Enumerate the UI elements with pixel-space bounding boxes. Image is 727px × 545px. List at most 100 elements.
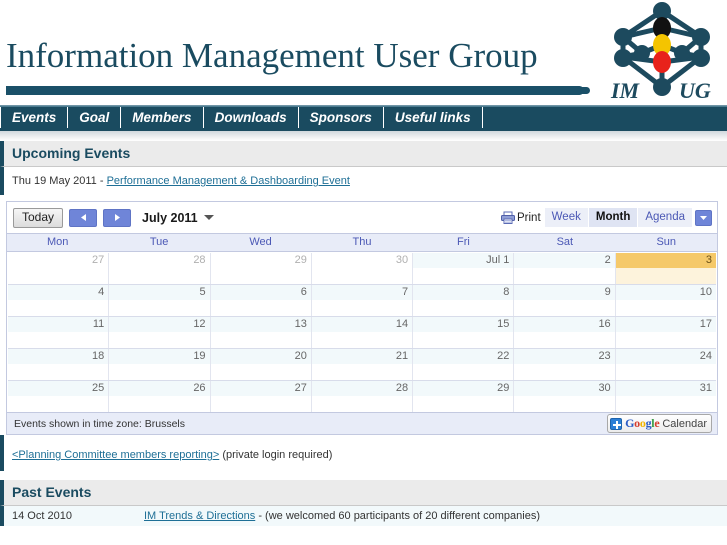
today-button[interactable]: Today bbox=[13, 208, 63, 228]
calendar-day-number: 14 bbox=[312, 317, 412, 332]
calendar-day-number: 26 bbox=[109, 381, 209, 396]
calendar-day-events[interactable] bbox=[211, 300, 311, 315]
add-to-google-calendar-button[interactable]: Google Calendar bbox=[607, 414, 712, 433]
prev-period-button[interactable] bbox=[69, 209, 97, 227]
calendar-day-cell[interactable]: 25 bbox=[8, 381, 108, 412]
calendar-day-cell[interactable]: 19 bbox=[108, 349, 209, 380]
nav-item-members[interactable]: Members bbox=[121, 106, 203, 128]
calendar-day-events[interactable] bbox=[8, 332, 108, 347]
calendar-day-events[interactable] bbox=[211, 396, 311, 411]
calendar-day-cell[interactable]: 18 bbox=[8, 349, 108, 380]
print-button[interactable]: Print bbox=[498, 209, 544, 226]
planning-committee-link[interactable]: <Planning Committee members reporting> bbox=[12, 449, 219, 461]
calendar-day-cell[interactable]: 30 bbox=[311, 253, 412, 284]
calendar-day-cell[interactable]: 21 bbox=[311, 349, 412, 380]
calendar-day-events[interactable] bbox=[312, 300, 412, 315]
calendar-month-grid: 27282930Jul 1234567891011121314151617181… bbox=[7, 252, 717, 412]
calendar-day-cell[interactable]: 11 bbox=[8, 317, 108, 348]
calendar-day-cell[interactable]: 22 bbox=[412, 349, 513, 380]
calendar-day-cell[interactable]: 6 bbox=[210, 285, 311, 316]
calendar-day-cell[interactable]: 29 bbox=[412, 381, 513, 412]
calendar-day-events[interactable] bbox=[413, 332, 513, 347]
calendar-day-number: Jul 1 bbox=[413, 253, 513, 268]
calendar-day-events[interactable] bbox=[8, 268, 108, 283]
calendar-day-events[interactable] bbox=[514, 364, 614, 379]
calendar-day-events[interactable] bbox=[312, 332, 412, 347]
calendar-day-cell[interactable]: Jul 1 bbox=[412, 253, 513, 284]
calendar-day-events[interactable] bbox=[514, 268, 614, 283]
calendar-day-events[interactable] bbox=[8, 364, 108, 379]
printer-icon bbox=[501, 211, 515, 224]
calendar-day-cell[interactable]: 7 bbox=[311, 285, 412, 316]
calendar-day-cell[interactable]: 15 bbox=[412, 317, 513, 348]
planning-committee-note-body: <Planning Committee members reporting> (… bbox=[0, 435, 727, 471]
calendar-day-events[interactable] bbox=[616, 364, 716, 379]
calendar-day-events[interactable] bbox=[312, 268, 412, 283]
calendar-day-cell[interactable]: 14 bbox=[311, 317, 412, 348]
calendar-day-number: 6 bbox=[211, 285, 311, 300]
calendar-day-events[interactable] bbox=[616, 268, 716, 283]
nav-item-goal[interactable]: Goal bbox=[68, 106, 121, 128]
calendar-day-cell-today[interactable]: 3 bbox=[615, 253, 716, 284]
calendar-day-cell[interactable]: 20 bbox=[210, 349, 311, 380]
calendar-day-cell[interactable]: 28 bbox=[311, 381, 412, 412]
view-button-month[interactable]: Month bbox=[589, 208, 637, 227]
view-options-dropdown-button[interactable] bbox=[695, 210, 712, 226]
calendar-day-events[interactable] bbox=[413, 396, 513, 411]
event-link[interactable]: Performance Management & Dashboarding Ev… bbox=[107, 175, 350, 187]
calendar-day-events[interactable] bbox=[109, 396, 209, 411]
nav-item-sponsors[interactable]: Sponsors bbox=[299, 106, 384, 128]
calendar-day-cell[interactable]: 23 bbox=[513, 349, 614, 380]
calendar-day-cell[interactable]: 13 bbox=[210, 317, 311, 348]
calendar-day-cell[interactable]: 9 bbox=[513, 285, 614, 316]
calendar-day-events[interactable] bbox=[8, 396, 108, 411]
calendar-day-events[interactable] bbox=[616, 300, 716, 315]
calendar-day-cell[interactable]: 29 bbox=[210, 253, 311, 284]
calendar-day-cell[interactable]: 17 bbox=[615, 317, 716, 348]
calendar-day-cell[interactable]: 5 bbox=[108, 285, 209, 316]
calendar-day-cell[interactable]: 12 bbox=[108, 317, 209, 348]
calendar-day-events[interactable] bbox=[109, 268, 209, 283]
past-event-link[interactable]: IM Trends & Directions bbox=[144, 510, 255, 522]
calendar-day-events[interactable] bbox=[109, 332, 209, 347]
nav-item-useful-links[interactable]: Useful links bbox=[384, 106, 483, 128]
calendar-day-events[interactable] bbox=[211, 332, 311, 347]
calendar-day-events[interactable] bbox=[211, 268, 311, 283]
calendar-day-events[interactable] bbox=[312, 364, 412, 379]
calendar-day-cell[interactable]: 4 bbox=[8, 285, 108, 316]
calendar-day-cell[interactable]: 16 bbox=[513, 317, 614, 348]
calendar-day-cell[interactable]: 26 bbox=[108, 381, 209, 412]
calendar-day-cell[interactable]: 24 bbox=[615, 349, 716, 380]
planning-committee-note: <Planning Committee members reporting> (… bbox=[12, 443, 719, 465]
calendar-day-cell[interactable]: 8 bbox=[412, 285, 513, 316]
calendar-day-cell[interactable]: 2 bbox=[513, 253, 614, 284]
date-range-selector[interactable]: July 2011 bbox=[142, 211, 214, 225]
calendar-day-events[interactable] bbox=[8, 300, 108, 315]
calendar-day-cell[interactable]: 27 bbox=[8, 253, 108, 284]
view-button-week[interactable]: Week bbox=[545, 208, 588, 227]
calendar-day-cell[interactable]: 27 bbox=[210, 381, 311, 412]
past-event-description: IM Trends & Directions - (we welcomed 60… bbox=[144, 510, 540, 522]
calendar-day-events[interactable] bbox=[616, 396, 716, 411]
calendar-day-cell[interactable]: 31 bbox=[615, 381, 716, 412]
calendar-day-events[interactable] bbox=[211, 364, 311, 379]
calendar-day-events[interactable] bbox=[109, 300, 209, 315]
calendar-day-events[interactable] bbox=[413, 364, 513, 379]
nav-item-events[interactable]: Events bbox=[0, 106, 68, 128]
nav-item-downloads[interactable]: Downloads bbox=[204, 106, 299, 128]
calendar-week-row: 27282930Jul 123 bbox=[8, 253, 716, 284]
next-period-button[interactable] bbox=[103, 209, 131, 227]
calendar-day-events[interactable] bbox=[514, 300, 614, 315]
calendar-day-events[interactable] bbox=[312, 396, 412, 411]
calendar-day-number: 4 bbox=[8, 285, 108, 300]
calendar-day-cell[interactable]: 30 bbox=[513, 381, 614, 412]
calendar-day-events[interactable] bbox=[514, 396, 614, 411]
calendar-day-events[interactable] bbox=[413, 300, 513, 315]
calendar-day-events[interactable] bbox=[616, 332, 716, 347]
view-button-agenda[interactable]: Agenda bbox=[638, 208, 692, 227]
calendar-day-events[interactable] bbox=[514, 332, 614, 347]
calendar-day-events[interactable] bbox=[413, 268, 513, 283]
calendar-day-cell[interactable]: 10 bbox=[615, 285, 716, 316]
calendar-day-events[interactable] bbox=[109, 364, 209, 379]
calendar-day-cell[interactable]: 28 bbox=[108, 253, 209, 284]
